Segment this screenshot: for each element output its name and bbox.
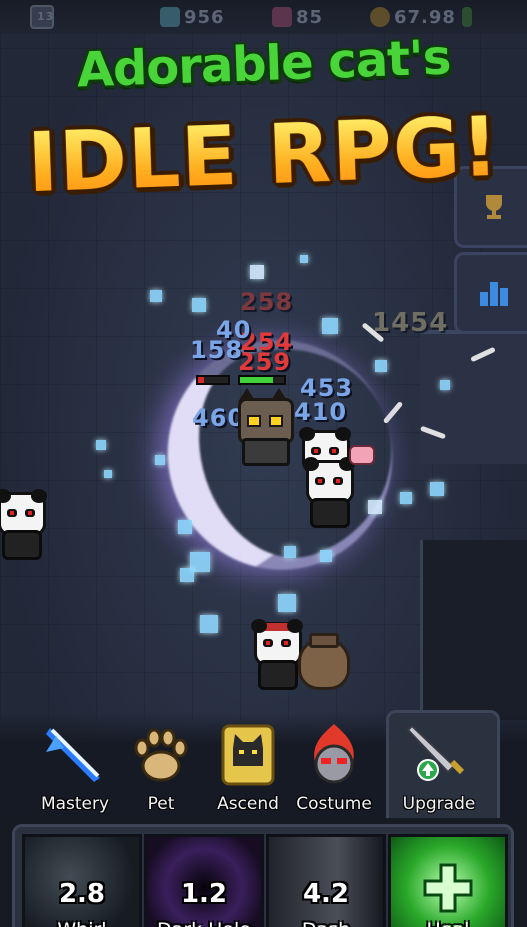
- skill-bar: 2.8 Whirl 1.2 Dark Hole 4.2 Dash Heal: [0, 818, 527, 927]
- sword-upgrade-icon: [406, 724, 465, 781]
- skill-whirl[interactable]: 2.8 Whirl: [22, 834, 142, 927]
- gem-counter: 956: [160, 5, 225, 29]
- skill-heal[interactable]: Heal: [388, 834, 508, 927]
- ranking-bars-icon: [479, 282, 508, 306]
- particle: [250, 265, 264, 279]
- headline-line2: IDLE RPG!: [0, 99, 527, 212]
- particle: [440, 380, 450, 390]
- battery-icon: [461, 7, 472, 27]
- skill-cooldown: 2.8: [58, 879, 106, 909]
- gold-coin-icon: [370, 7, 390, 27]
- particle: [104, 470, 112, 478]
- skill-dark-hole[interactable]: 1.2 Dark Hole: [144, 834, 264, 927]
- costume-label: Costume: [296, 794, 372, 814]
- heart-value: 85: [296, 6, 324, 28]
- damage-number: 1454: [372, 308, 449, 338]
- flaming-helmet-icon: [314, 724, 354, 784]
- level-value: 13: [37, 10, 55, 23]
- gold-counter: 67.98: [370, 5, 476, 29]
- upgrade-button[interactable]: Upgrade: [394, 718, 484, 822]
- particle: [180, 568, 194, 582]
- player-cat: [232, 388, 294, 466]
- upgrade-label: Upgrade: [402, 794, 476, 814]
- particle: [96, 440, 106, 450]
- particle: [150, 290, 162, 302]
- ranking-button[interactable]: [454, 252, 527, 334]
- skill-cooldown: 4.2: [302, 879, 350, 909]
- mastery-button[interactable]: Mastery: [30, 718, 120, 822]
- particle: [322, 318, 338, 334]
- mastery-label: Mastery: [40, 794, 110, 814]
- heart-counter: 85: [272, 5, 323, 29]
- particle: [368, 500, 382, 514]
- skill-name: Dash: [269, 919, 383, 927]
- paw-icon: [134, 728, 188, 782]
- pet-button[interactable]: Pet: [116, 718, 206, 822]
- particle: [200, 615, 218, 633]
- trophy-icon: [485, 195, 502, 219]
- dungeon-wall: [420, 330, 527, 464]
- damage-number: 259: [238, 348, 292, 376]
- skill-cooldown: 1.2: [180, 879, 228, 909]
- gold-value: 67.98: [394, 6, 456, 28]
- particle: [178, 520, 192, 534]
- heal-cross-icon: [423, 863, 473, 913]
- particle: [430, 482, 444, 496]
- panda-enemy: [300, 457, 355, 528]
- level-badge[interactable]: 13: [30, 5, 58, 29]
- panda-enemy: [0, 489, 47, 560]
- particle: [320, 550, 332, 562]
- particle: [284, 546, 296, 558]
- gem-value: 956: [184, 6, 225, 28]
- skill-name: Whirl: [25, 919, 139, 927]
- particle: [300, 255, 308, 263]
- damage-number: 158: [190, 336, 244, 364]
- golden-cat-icon: [221, 724, 275, 786]
- ascend-label: Ascend: [217, 794, 279, 814]
- gem-icon: [160, 7, 180, 27]
- pet-label: Pet: [147, 794, 175, 814]
- enemy-hp-bar: [196, 375, 230, 385]
- heart-icon: [272, 7, 292, 27]
- costume-button[interactable]: Costume: [289, 718, 379, 822]
- particle: [375, 360, 387, 372]
- clay-pot[interactable]: [298, 633, 350, 690]
- game-scene: 13 956 85 67.98 258 254 259 40 158 453 4…: [0, 0, 527, 927]
- skill-dash[interactable]: 4.2 Dash: [266, 834, 386, 927]
- dungeon-wall-lower: [420, 540, 527, 720]
- damage-number: 258: [240, 288, 294, 316]
- pig-pet: [349, 445, 375, 465]
- particle: [155, 455, 165, 465]
- particle: [278, 594, 296, 612]
- particle: [400, 492, 412, 504]
- damage-number: 410: [294, 398, 348, 426]
- blue-sword-slash-icon: [46, 728, 100, 782]
- particle: [192, 298, 206, 312]
- skill-name: Dark Hole: [147, 919, 261, 927]
- panda-enemy: [248, 619, 303, 690]
- skill-name: Heal: [391, 919, 505, 927]
- ascend-button[interactable]: Ascend: [203, 718, 293, 822]
- player-hp-bar: [238, 375, 286, 385]
